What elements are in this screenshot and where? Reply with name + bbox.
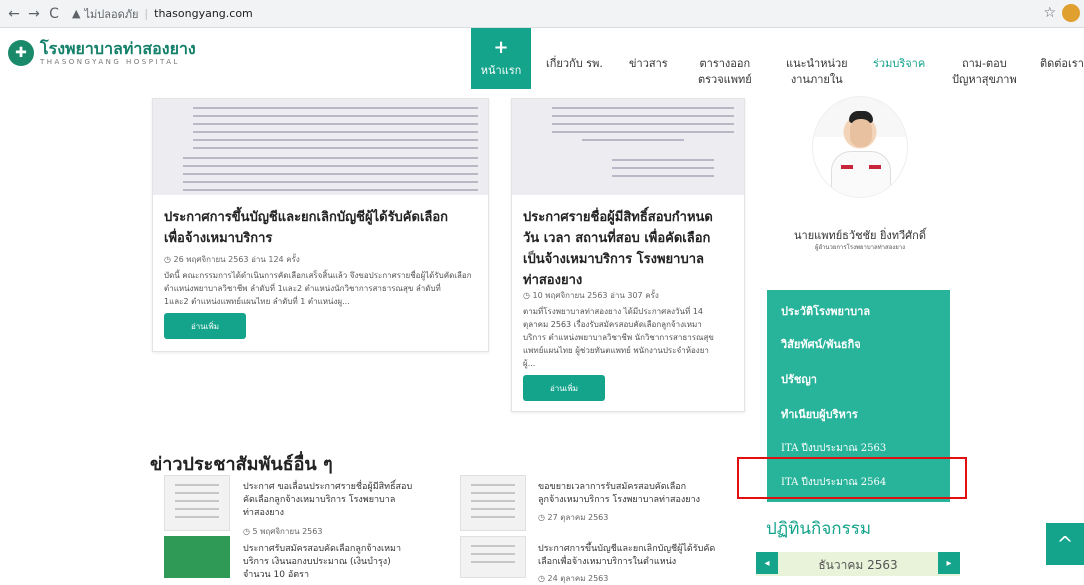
forward-icon[interactable]: → [24,6,44,22]
address-bar[interactable]: ▲ ไม่ปลอดภัย | thasongyang.com [72,5,253,23]
post-excerpt: ตามที่โรงพยาบาลท่าสองยาง ได้มีประกาศลงวั… [523,307,714,368]
news-date: ◷ 27 ตุลาคม 2563 [538,513,609,522]
post-meta: ◷ 10 พฤศจิกายน 2563 อ่าน 307 ครั้ง [523,291,659,300]
news-date: ◷ 24 ตุลาคม 2563 [538,574,609,583]
scroll-to-top-button[interactable]: ^ [1046,523,1084,565]
activities-heading: ปฏิทินกิจกรรม [766,519,872,539]
menu-qa[interactable]: ถาม-ตอบ ปัญหาสุขภาพ [952,56,1017,88]
calendar-next-button[interactable]: ▸ [938,552,960,574]
news-title[interactable]: ประกาศการขึ้นบัญชีและยกเลิกบัญชีผู้ได้รั… [538,543,715,569]
menu-contact[interactable]: ติดต่อเรา [1040,56,1084,72]
logo-text-english: THASONGYANG HOSPITAL [40,58,180,66]
news-date: ◷ 5 พฤศจิกายน 2563 [243,527,323,536]
side-item-philosophy[interactable]: ปรัชญา [781,370,817,388]
home-plus-icon: + [493,36,509,58]
security-label: ไม่ปลอดภัย [84,7,139,21]
news-thumbnail[interactable] [164,475,230,531]
menu-home-label: หน้าแรก [480,63,522,77]
side-item-executives[interactable]: ทำเนียบผู้บริหาร [781,405,858,423]
highlight-box [737,457,967,499]
read-more-button[interactable]: อ่านเพิ่ม [523,375,605,401]
site-logo[interactable]: ✚ โรงพยาบาลท่าสองยาง THASONGYANG HOSPITA… [8,40,196,66]
post-image[interactable] [153,99,488,195]
profile-avatar[interactable] [1062,4,1080,22]
other-news-heading: ข่าวประชาสัมพันธ์อื่น ๆ [150,454,333,475]
post-image[interactable] [512,99,744,195]
logo-text-thai: โรงพยาบาลท่าสองยาง [40,39,196,58]
warning-icon: ▲ [72,7,81,20]
post-title[interactable]: ประกาศการขึ้นบัญชีและยกเลิกบัญชีผู้ได้รั… [164,207,448,249]
menu-schedule[interactable]: ตารางออก ตรวจแพทย์ [698,56,752,88]
calendar-month: ธันวาคม 2563 [818,558,898,572]
news-thumbnail[interactable] [460,475,526,531]
menu-units[interactable]: แนะนำหน่วย งานภายใน [786,56,848,88]
menu-about[interactable]: เกี่ยวกับ รพ. [546,56,603,72]
calendar-header: ◂ ธันวาคม 2563 ▸ [756,552,960,576]
menu-donate[interactable]: ร่วมบริจาค [873,56,925,72]
side-item-vision[interactable]: วิสัยทัศน์/พันธกิจ [781,335,861,353]
url-text: thasongyang.com [154,7,253,20]
post-meta: ◷ 26 พฤศจิกายน 2563 อ่าน 124 ครั้ง [164,255,300,264]
post-excerpt: บัดนี้ คณะกรรมการได้ดำเนินการคัดเลือกเสร… [164,271,472,306]
back-icon[interactable]: ← [4,6,24,22]
browser-toolbar: ← → C ▲ ไม่ปลอดภัย | thasongyang.com ☆ [0,0,1084,28]
site-header: ✚ โรงพยาบาลท่าสองยาง THASONGYANG HOSPITA… [0,28,1084,98]
bookmark-star-icon[interactable]: ☆ [1043,5,1056,21]
post-title[interactable]: ประกาศรายชื่อผู้มีสิทธิ์สอบกำหนด วัน เวล… [523,207,713,291]
news-title[interactable]: ขอขยายเวลาการรับสมัครสอบคัดเลือก ลูกจ้าง… [538,481,700,507]
logo-emblem-icon: ✚ [8,40,34,66]
menu-news[interactable]: ข่าวสาร [629,56,668,72]
news-thumbnail[interactable] [164,536,230,578]
read-more-button[interactable]: อ่านเพิ่ม [164,313,246,339]
side-item-ita-2563[interactable]: ITA ปีงบประมาณ 2563 [781,441,886,456]
reload-icon[interactable]: C [44,6,64,22]
director-title: ผู้อำนวยการโรงพยาบาลท่าสองยาง [814,244,906,251]
news-thumbnail[interactable] [460,536,526,578]
news-title[interactable]: ประกาศรับสมัครสอบคัดเลือกลูกจ้างเหมา บริ… [243,543,401,582]
post-card: ประกาศการขึ้นบัญชีและยกเลิกบัญชีผู้ได้รั… [152,98,489,352]
main-menu: + หน้าแรก [471,28,531,98]
post-card: ประกาศรายชื่อผู้มีสิทธิ์สอบกำหนด วัน เวล… [511,98,745,412]
menu-home[interactable]: + หน้าแรก [471,28,531,89]
director-photo [812,96,908,198]
news-title[interactable]: ประกาศ ขอเลื่อนประกาศรายชื่อผู้มีสิทธิ์ส… [243,481,412,520]
side-item-history[interactable]: ประวัติโรงพยาบาล [781,302,870,320]
